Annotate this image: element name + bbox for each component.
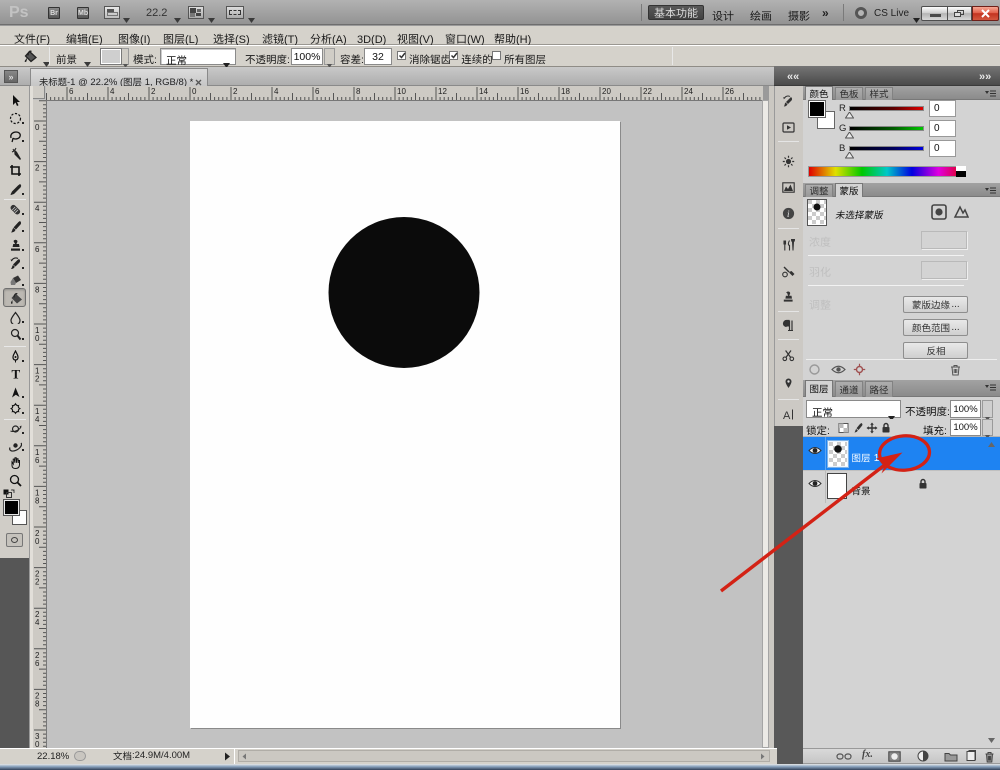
svg-text:2: 2 [35,578,40,587]
svg-text:4: 4 [35,618,40,627]
svg-text:10: 10 [397,87,406,96]
svg-text:6: 6 [69,87,74,96]
svg-text:0: 0 [35,334,40,343]
svg-text:8: 8 [35,699,40,708]
svg-text:26: 26 [725,87,734,96]
svg-text:4: 4 [35,204,40,213]
svg-text:A: A [783,410,791,421]
svg-text:8: 8 [356,87,361,96]
svg-text:24: 24 [684,87,693,96]
svg-text:6: 6 [35,245,40,254]
svg-text:8: 8 [35,496,40,505]
svg-text:20: 20 [602,87,611,96]
svg-text:0: 0 [35,740,40,748]
svg-text:2: 2 [35,164,40,173]
svg-text:6: 6 [315,87,320,96]
svg-text:6: 6 [35,659,40,668]
svg-text:2: 2 [35,375,40,384]
svg-text:0: 0 [35,123,40,132]
svg-text:2: 2 [233,87,238,96]
svg-text:T: T [12,367,21,380]
svg-text:2: 2 [151,87,156,96]
svg-text:18: 18 [561,87,570,96]
svg-text:22: 22 [643,87,652,96]
svg-text:4: 4 [35,415,40,424]
svg-text:0: 0 [192,87,197,96]
svg-text:4: 4 [274,87,279,96]
svg-text:6: 6 [35,456,40,465]
svg-text:16: 16 [520,87,529,96]
svg-text:4: 4 [110,87,115,96]
svg-text:12: 12 [438,87,447,96]
svg-text:0: 0 [35,537,40,546]
svg-text:14: 14 [479,87,488,96]
svg-text:8: 8 [35,285,40,294]
